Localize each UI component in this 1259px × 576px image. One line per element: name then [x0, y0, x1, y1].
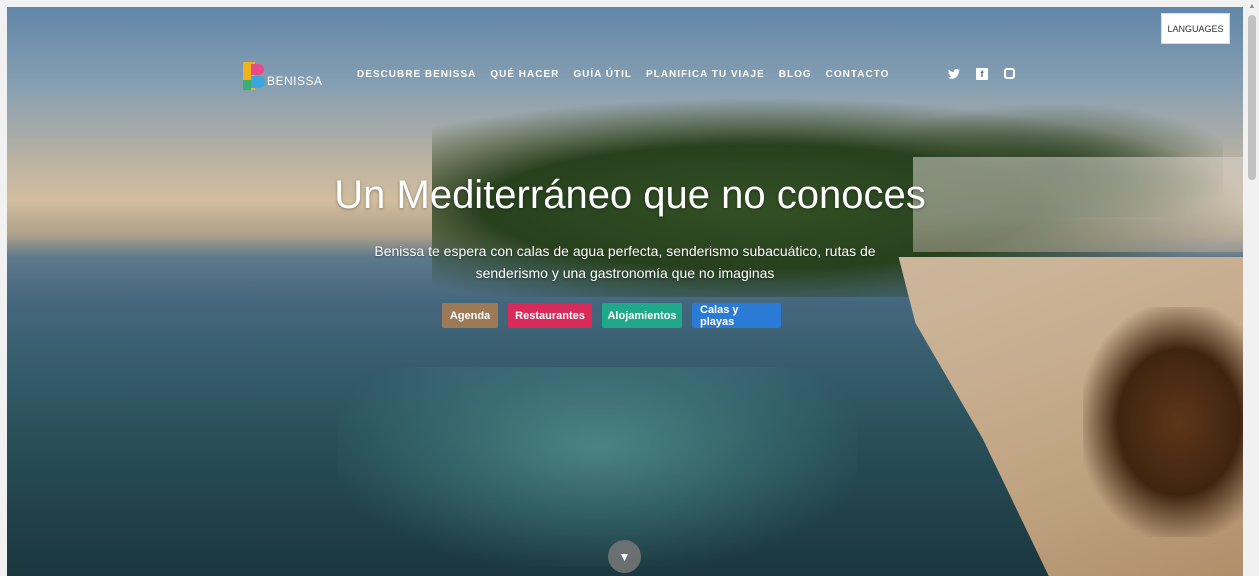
facebook-icon[interactable]: f — [976, 68, 988, 80]
hero-buttons: Agenda Restaurantes Alojamientos Calas y… — [442, 303, 781, 328]
languages-button[interactable]: LANGUAGES — [1161, 13, 1230, 44]
scrollbar[interactable]: ▲ — [1245, 0, 1259, 576]
logo-mark-icon — [243, 62, 265, 90]
hero-title: Un Mediterráneo que no conoces — [334, 173, 926, 217]
nav-contacto[interactable]: CONTACTO — [826, 69, 890, 80]
main-nav: DESCUBRE BENISSA QUÉ HACER GUÍA ÚTIL PLA… — [357, 69, 889, 80]
hero-subtitle: Benissa te espera con calas de agua perf… — [374, 243, 876, 281]
scrollbar-thumb[interactable] — [1248, 15, 1256, 180]
scroll-up-arrow-icon[interactable]: ▲ — [1248, 3, 1256, 11]
hero-background — [7, 7, 1243, 576]
nav-planifica-tu-viaje[interactable]: PLANIFICA TU VIAJE — [646, 69, 765, 80]
nav-descubre-benissa[interactable]: DESCUBRE BENISSA — [357, 69, 476, 80]
logo-text: BENISSA — [267, 74, 323, 88]
scroll-down-button[interactable]: ▼ — [608, 540, 641, 573]
calas-y-playas-button[interactable]: Calas y playas — [692, 303, 781, 328]
agenda-button[interactable]: Agenda — [442, 303, 498, 328]
nav-que-hacer[interactable]: QUÉ HACER — [490, 69, 559, 80]
twitter-icon[interactable] — [948, 68, 960, 80]
restaurantes-button[interactable]: Restaurantes — [508, 303, 592, 328]
chevron-down-icon: ▼ — [618, 549, 631, 564]
instagram-icon[interactable] — [1004, 68, 1015, 79]
nav-blog[interactable]: BLOG — [779, 69, 812, 80]
site-logo[interactable]: BENISSA — [243, 60, 323, 90]
alojamientos-button[interactable]: Alojamientos — [602, 303, 682, 328]
social-links: f — [948, 68, 1015, 80]
nav-guia-util[interactable]: GUÍA ÚTIL — [573, 69, 632, 80]
